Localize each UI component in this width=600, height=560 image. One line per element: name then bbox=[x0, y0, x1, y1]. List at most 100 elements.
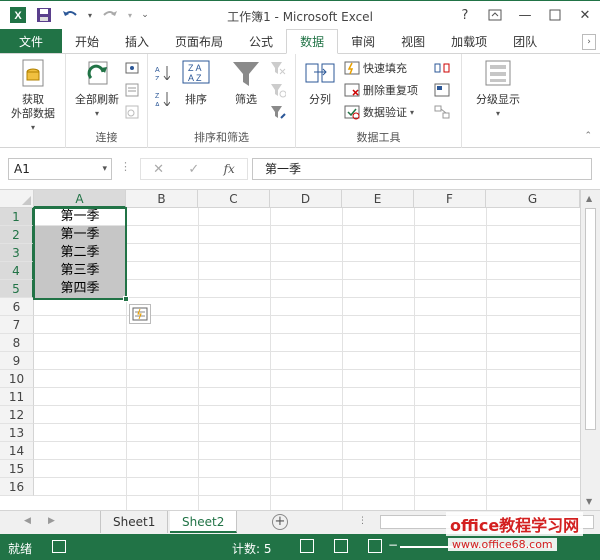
zoom-out-icon[interactable]: − bbox=[388, 538, 398, 552]
edit-links-button[interactable] bbox=[124, 102, 140, 122]
flash-fill-button[interactable]: 快速填充 bbox=[344, 58, 407, 78]
sheet-next-icon[interactable]: ▶ bbox=[48, 516, 55, 526]
flash-fill-options-button[interactable] bbox=[129, 304, 151, 324]
name-box-dropdown-icon[interactable]: ▾ bbox=[102, 159, 107, 179]
close-icon[interactable]: ✕ bbox=[570, 1, 600, 29]
tab-home[interactable]: 开始 bbox=[62, 29, 112, 53]
cell-a1[interactable]: 第一季 bbox=[34, 208, 126, 226]
cell-a3[interactable]: 第二季 bbox=[34, 244, 126, 262]
tab-view[interactable]: 视图 bbox=[388, 29, 438, 53]
row-header-9[interactable]: 9 bbox=[0, 352, 34, 370]
formula-bar-splitter-icon[interactable]: ⋮ bbox=[120, 160, 131, 173]
advanced-filter-button[interactable] bbox=[270, 102, 286, 122]
connections-button[interactable] bbox=[124, 58, 140, 78]
sheet-tab-sheet1[interactable]: Sheet1 bbox=[100, 511, 169, 533]
page-layout-view-icon[interactable] bbox=[334, 539, 348, 553]
insert-function-icon[interactable]: fx bbox=[224, 162, 235, 176]
redo-dropdown-icon[interactable]: ▾ bbox=[126, 5, 134, 25]
clear-filter-button[interactable] bbox=[270, 58, 286, 78]
formula-input[interactable]: 第一季 bbox=[252, 158, 592, 180]
sort-button[interactable]: Z AA Z 排序 bbox=[178, 58, 214, 107]
row-header-6[interactable]: 6 bbox=[0, 298, 34, 316]
what-if-button[interactable] bbox=[434, 80, 450, 100]
scroll-down-icon[interactable]: ▼ bbox=[586, 497, 592, 506]
row-header-8[interactable]: 8 bbox=[0, 334, 34, 352]
remove-duplicates-button[interactable]: 删除重复项 bbox=[344, 80, 418, 100]
vertical-scroll-thumb[interactable] bbox=[585, 208, 596, 430]
row-header-2[interactable]: 2 bbox=[0, 226, 34, 244]
cell-a5[interactable]: 第四季 bbox=[34, 280, 126, 298]
tabs-scroll-right-icon[interactable]: › bbox=[582, 34, 596, 50]
column-header-b[interactable]: B bbox=[126, 190, 198, 208]
row-header-7[interactable]: 7 bbox=[0, 316, 34, 334]
group-get-external: 获取 外部数据 ▾ bbox=[0, 54, 66, 148]
collapse-ribbon-icon[interactable]: ⌃ bbox=[584, 131, 592, 141]
tab-review[interactable]: 审阅 bbox=[338, 29, 388, 53]
minimize-icon[interactable]: — bbox=[510, 1, 540, 29]
row-header-12[interactable]: 12 bbox=[0, 406, 34, 424]
tab-page-layout[interactable]: 页面布局 bbox=[162, 29, 236, 53]
row-header-1[interactable]: 1 bbox=[0, 208, 34, 226]
scroll-up-icon[interactable]: ▲ bbox=[586, 194, 592, 203]
tab-insert[interactable]: 插入 bbox=[112, 29, 162, 53]
customize-qat-icon[interactable]: ⌄ bbox=[140, 5, 150, 25]
text-to-columns-button[interactable]: 分列 bbox=[302, 58, 338, 107]
undo-icon[interactable] bbox=[60, 5, 80, 25]
flash-fill-options-icon bbox=[132, 307, 148, 321]
vertical-scrollbar[interactable]: ▲ ▼ bbox=[580, 190, 600, 510]
page-break-view-icon[interactable] bbox=[368, 539, 382, 553]
cell-a2[interactable]: 第一季 bbox=[34, 226, 126, 244]
sheetbar-splitter-icon[interactable]: ⋮ bbox=[358, 516, 367, 526]
fill-handle[interactable] bbox=[123, 296, 129, 302]
row-header-5[interactable]: 5 bbox=[0, 280, 34, 298]
refresh-all-button[interactable]: 全部刷新 ▾ bbox=[70, 58, 124, 121]
cell-a4[interactable]: 第三季 bbox=[34, 262, 126, 280]
external-data-icon bbox=[22, 59, 44, 87]
enter-icon[interactable]: ✓ bbox=[188, 162, 199, 177]
consolidate-button[interactable] bbox=[434, 58, 450, 78]
column-header-c[interactable]: C bbox=[198, 190, 270, 208]
sheet-prev-icon[interactable]: ◀ bbox=[24, 516, 31, 526]
row-header-3[interactable]: 3 bbox=[0, 244, 34, 262]
row-header-13[interactable]: 13 bbox=[0, 424, 34, 442]
row-header-4[interactable]: 4 bbox=[0, 262, 34, 280]
get-external-data-button[interactable]: 获取 外部数据 ▾ bbox=[4, 58, 62, 135]
ribbon-display-icon[interactable] bbox=[480, 1, 510, 29]
filter-button[interactable]: 筛选 bbox=[228, 58, 264, 107]
sheet-tab-sheet2[interactable]: Sheet2 bbox=[170, 511, 238, 533]
redo-icon[interactable] bbox=[100, 5, 120, 25]
outline-button[interactable]: 分级显示 ▾ bbox=[468, 58, 528, 121]
row-header-14[interactable]: 14 bbox=[0, 442, 34, 460]
relationships-button[interactable] bbox=[434, 102, 450, 122]
name-box[interactable]: A1 ▾ bbox=[8, 158, 112, 180]
normal-view-icon[interactable] bbox=[300, 539, 314, 553]
save-icon[interactable] bbox=[34, 5, 54, 25]
tab-formulas[interactable]: 公式 bbox=[236, 29, 286, 53]
tab-addins[interactable]: 加载项 bbox=[438, 29, 500, 53]
column-header-a[interactable]: A bbox=[34, 190, 126, 208]
row-header-11[interactable]: 11 bbox=[0, 388, 34, 406]
tab-data[interactable]: 数据 bbox=[286, 29, 339, 54]
row-header-16[interactable]: 16 bbox=[0, 478, 34, 496]
column-header-e[interactable]: E bbox=[342, 190, 414, 208]
tab-team[interactable]: 团队 bbox=[500, 29, 550, 53]
row-header-10[interactable]: 10 bbox=[0, 370, 34, 388]
sort-az-button[interactable]: AZ bbox=[154, 62, 170, 82]
undo-dropdown-icon[interactable]: ▾ bbox=[86, 5, 94, 25]
select-all-button[interactable] bbox=[0, 190, 34, 208]
maximize-icon[interactable] bbox=[540, 1, 570, 29]
reapply-button[interactable] bbox=[270, 80, 286, 100]
column-header-f[interactable]: F bbox=[414, 190, 486, 208]
sort-za-button[interactable]: ZA bbox=[154, 88, 170, 108]
add-sheet-icon[interactable]: + bbox=[272, 514, 288, 530]
column-header-d[interactable]: D bbox=[270, 190, 342, 208]
data-validation-button[interactable]: 数据验证 ▾ bbox=[344, 102, 414, 122]
help-icon[interactable]: ? bbox=[450, 1, 480, 29]
properties-button[interactable] bbox=[124, 80, 140, 100]
cancel-icon[interactable]: ✕ bbox=[153, 162, 164, 177]
column-header-g[interactable]: G bbox=[486, 190, 580, 208]
tab-file[interactable]: 文件 bbox=[0, 29, 62, 53]
row-header-15[interactable]: 15 bbox=[0, 460, 34, 478]
worksheet-grid[interactable]: A B C D E F G 1 2 3 4 5 6 7 8 9 10 11 12… bbox=[0, 190, 600, 510]
macro-record-icon[interactable] bbox=[52, 540, 66, 553]
